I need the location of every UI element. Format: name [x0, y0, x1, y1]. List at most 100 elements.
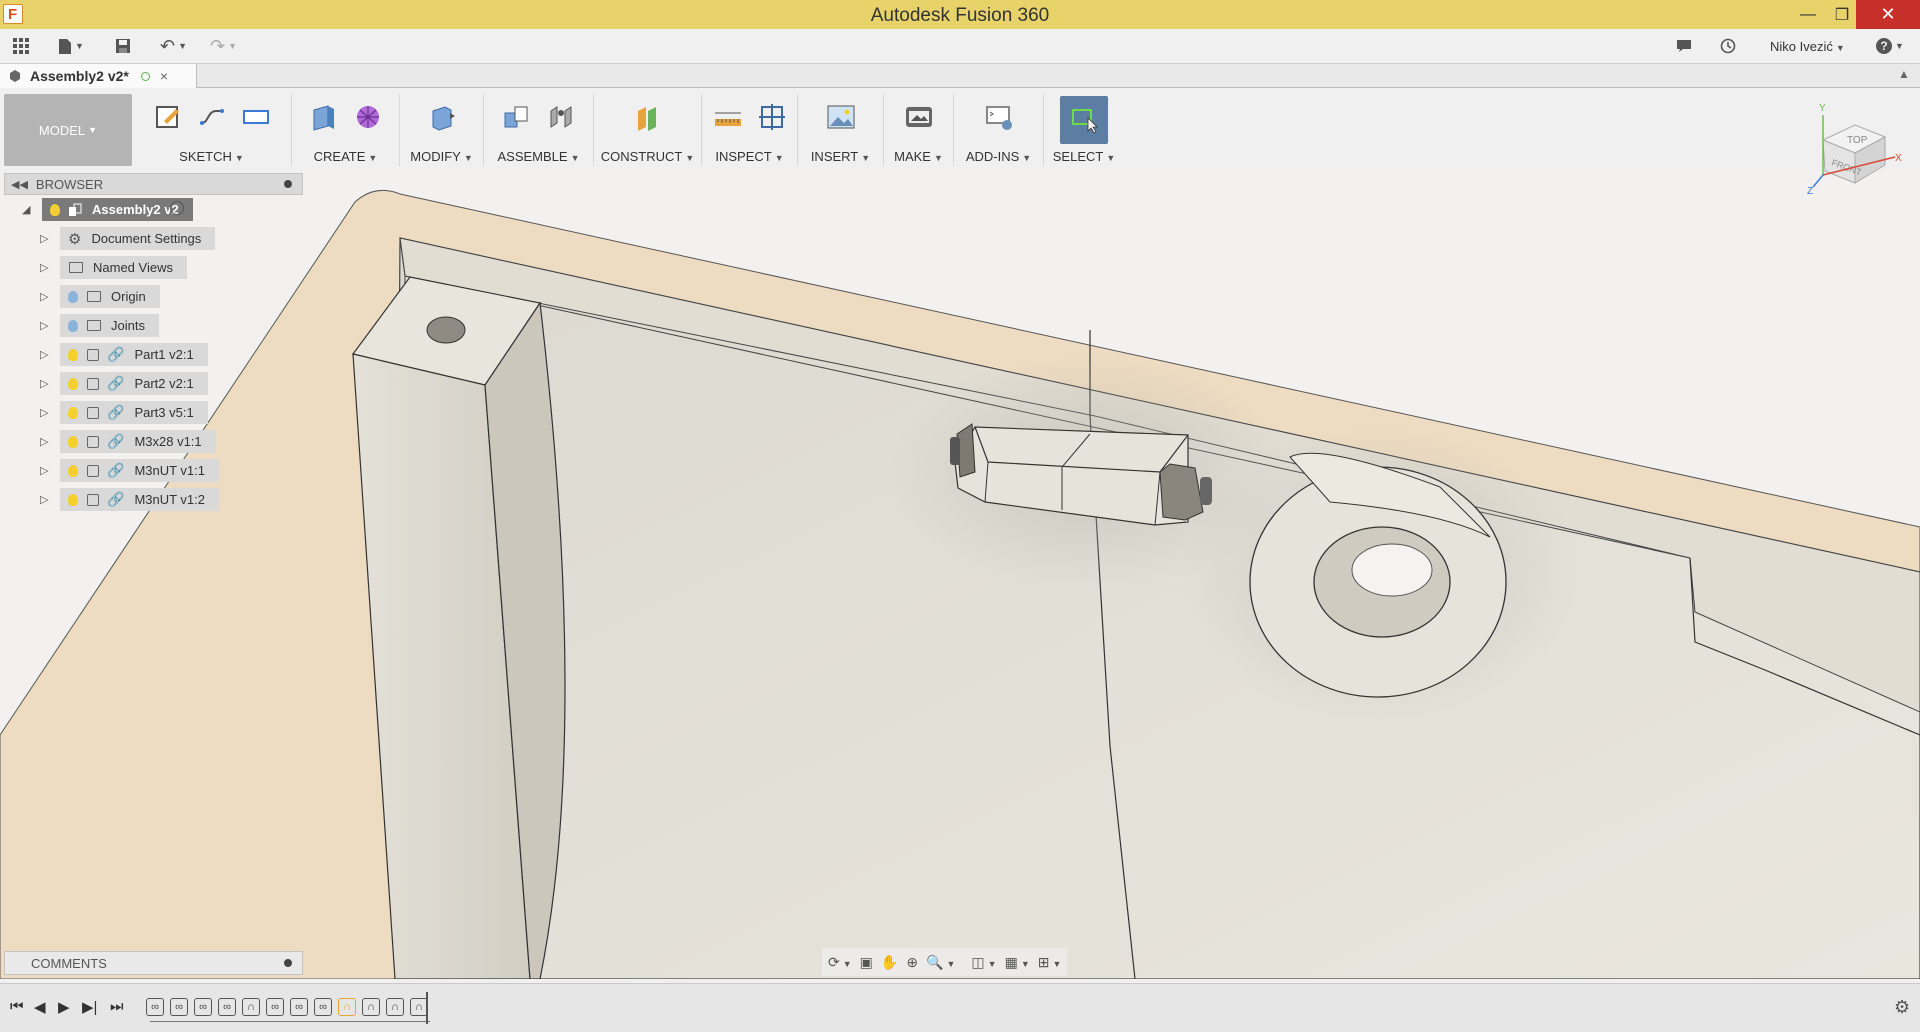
toolbar-group-assemble[interactable]: ASSEMBLE ▼ — [484, 94, 594, 166]
zoom-icon[interactable]: ⊕ — [906, 954, 918, 971]
timeline-joint-icon[interactable]: ∞ — [290, 998, 308, 1016]
tree-expand-triangle-icon[interactable]: ▷ — [40, 290, 48, 303]
tree-expand-triangle-icon[interactable]: ▷ — [40, 493, 48, 506]
sketch-line-icon[interactable] — [195, 100, 229, 134]
create-sketch-icon[interactable] — [151, 100, 185, 134]
timeline-motion-link-icon[interactable]: ∩ — [386, 998, 404, 1016]
file-menu-button[interactable]: ▼ — [58, 34, 84, 58]
display-settings-icon[interactable]: ◫ ▼ — [971, 954, 996, 971]
toolbar-group-select[interactable]: SELECT ▼ — [1044, 94, 1124, 166]
pin-browser-icon[interactable] — [284, 180, 292, 188]
view-cube[interactable]: TOP FRONT Y X Z — [1805, 95, 1905, 197]
visibility-bulb-icon[interactable] — [50, 203, 60, 216]
toolbar-group-add-ins[interactable]: ADD-INS ▼ — [954, 94, 1044, 166]
workspace-switcher[interactable]: MODEL ▼ — [4, 94, 132, 166]
visibility-bulb-icon[interactable] — [68, 319, 78, 332]
tab-collapse-chevron-icon[interactable]: ▲ — [1898, 67, 1910, 81]
browser-root-node[interactable]: ◢ Assembly2 v2 — [4, 195, 303, 224]
browser-item-named-views[interactable]: ▷ Named Views — [4, 253, 303, 282]
measure-icon[interactable] — [711, 100, 745, 134]
visibility-bulb-icon[interactable] — [68, 377, 78, 390]
stop-sketch-icon[interactable] — [239, 100, 273, 134]
timeline-first-icon[interactable]: ⏮ — [10, 998, 24, 1015]
tree-expand-triangle-icon[interactable]: ▷ — [40, 348, 48, 361]
timeline-joint-icon[interactable]: ∞ — [170, 998, 188, 1016]
document-tab[interactable]: Assembly2 v2* × — [0, 64, 197, 88]
pin-comments-icon[interactable] — [284, 959, 292, 967]
toolbar-group-sketch[interactable]: SKETCH ▼ — [132, 94, 292, 166]
browser-item-document-settings[interactable]: ▷ ⚙ Document Settings — [4, 224, 303, 253]
timeline-settings-gear-icon[interactable]: ⚙ — [1894, 997, 1910, 1018]
visibility-bulb-icon[interactable] — [68, 290, 78, 303]
look-at-icon[interactable]: ▣ — [860, 954, 873, 971]
browser-item-part2[interactable]: ▷ 🔗 Part2 v2:1 — [4, 369, 303, 398]
pan-hand-icon[interactable]: ✋ — [881, 954, 898, 971]
fusion-app-icon[interactable] — [3, 4, 23, 24]
tree-expand-triangle-icon[interactable]: ▷ — [40, 464, 48, 477]
tree-expand-triangle-icon[interactable]: ▷ — [40, 232, 48, 245]
timeline-joint-icon[interactable]: ∞ — [218, 998, 236, 1016]
new-component-icon[interactable] — [500, 100, 534, 134]
timeline-motion-link-icon[interactable]: ∩ — [242, 998, 260, 1016]
timeline-joint-icon[interactable]: ∞ — [314, 998, 332, 1016]
timeline-previous-icon[interactable]: ◀ — [34, 998, 46, 1016]
form-sculpt-icon[interactable] — [351, 100, 385, 134]
data-panel-grid-icon[interactable] — [12, 34, 30, 58]
visibility-bulb-icon[interactable] — [68, 493, 78, 506]
timeline-marker[interactable] — [426, 992, 428, 1024]
tree-collapse-triangle-icon[interactable]: ◢ — [22, 203, 30, 216]
section-analysis-icon[interactable] — [755, 100, 789, 134]
toolbar-group-inspect[interactable]: INSPECT ▼ — [702, 94, 798, 166]
browser-item-part1[interactable]: ▷ 🔗 Part1 v2:1 — [4, 340, 303, 369]
viewports-icon[interactable]: ⊞ ▼ — [1038, 954, 1062, 971]
timeline-last-icon[interactable]: ⏭ — [110, 998, 124, 1015]
visibility-bulb-icon[interactable] — [68, 406, 78, 419]
close-tab-button[interactable]: × — [160, 68, 168, 84]
visibility-bulb-icon[interactable] — [68, 464, 78, 477]
grid-settings-icon[interactable]: ▦ ▼ — [1005, 954, 1030, 971]
tree-expand-triangle-icon[interactable]: ▷ — [40, 261, 48, 274]
job-status-button[interactable] — [1720, 34, 1736, 58]
insert-image-icon[interactable] — [824, 100, 858, 134]
timeline-joint-icon[interactable]: ∞ — [146, 998, 164, 1016]
viewcube-top-label[interactable]: TOP — [1847, 135, 1868, 146]
timeline-motion-link-icon[interactable]: ∩ — [362, 998, 380, 1016]
help-menu-button[interactable]: ? ▼ — [1876, 34, 1904, 58]
toolbar-group-modify[interactable]: MODIFY ▼ — [400, 94, 484, 166]
scripts-addins-icon[interactable] — [982, 100, 1016, 134]
timeline-joint-icon[interactable]: ∞ — [266, 998, 284, 1016]
toolbar-group-insert[interactable]: INSERT ▼ — [798, 94, 884, 166]
save-button[interactable] — [115, 34, 131, 58]
user-account-menu[interactable]: Niko Ivezić ▼ — [1770, 39, 1845, 54]
toolbar-group-create[interactable]: CREATE ▼ — [292, 94, 400, 166]
select-cursor-icon[interactable] — [1060, 96, 1108, 144]
tree-expand-triangle-icon[interactable]: ▷ — [40, 319, 48, 332]
redo-button[interactable]: ↷ ▼ — [210, 34, 237, 58]
timeline-play-icon[interactable]: ▶ — [58, 998, 70, 1016]
extrude-icon[interactable] — [307, 100, 341, 134]
comments-panel[interactable]: COMMENTS — [4, 951, 303, 975]
timeline-joint-icon[interactable]: ∞ — [194, 998, 212, 1016]
browser-item-m3nut-1[interactable]: ▷ 🔗 M3nUT v1:1 — [4, 456, 303, 485]
press-pull-icon[interactable] — [425, 100, 459, 134]
offset-plane-icon[interactable] — [631, 100, 665, 134]
undo-button[interactable]: ↶ ▼ — [160, 34, 187, 58]
browser-item-part3[interactable]: ▷ 🔗 Part3 v5:1 — [4, 398, 303, 427]
visibility-bulb-icon[interactable] — [68, 435, 78, 448]
orbit-icon[interactable]: ⟳ ▼ — [828, 954, 852, 971]
tree-expand-triangle-icon[interactable]: ▷ — [40, 435, 48, 448]
toolbar-group-construct[interactable]: CONSTRUCT ▼ — [594, 94, 702, 166]
joint-icon[interactable] — [544, 100, 578, 134]
browser-item-m3x28[interactable]: ▷ 🔗 M3x28 v1:1 — [4, 427, 303, 456]
browser-item-m3nut-2[interactable]: ▷ 🔗 M3nUT v1:2 — [4, 485, 303, 514]
notifications-button[interactable] — [1676, 34, 1692, 58]
toolbar-group-make[interactable]: MAKE ▼ — [884, 94, 954, 166]
tree-expand-triangle-icon[interactable]: ▷ — [40, 377, 48, 390]
zoom-window-icon[interactable]: 🔍 ▼ — [926, 954, 955, 971]
visibility-bulb-icon[interactable] — [68, 348, 78, 361]
browser-item-joints[interactable]: ▷ Joints — [4, 311, 303, 340]
browser-item-origin[interactable]: ▷ Origin — [4, 282, 303, 311]
3d-print-icon[interactable] — [902, 100, 936, 134]
timeline-next-icon[interactable]: ▶| — [82, 998, 97, 1016]
browser-header[interactable]: ◀◀ BROWSER — [4, 173, 303, 195]
